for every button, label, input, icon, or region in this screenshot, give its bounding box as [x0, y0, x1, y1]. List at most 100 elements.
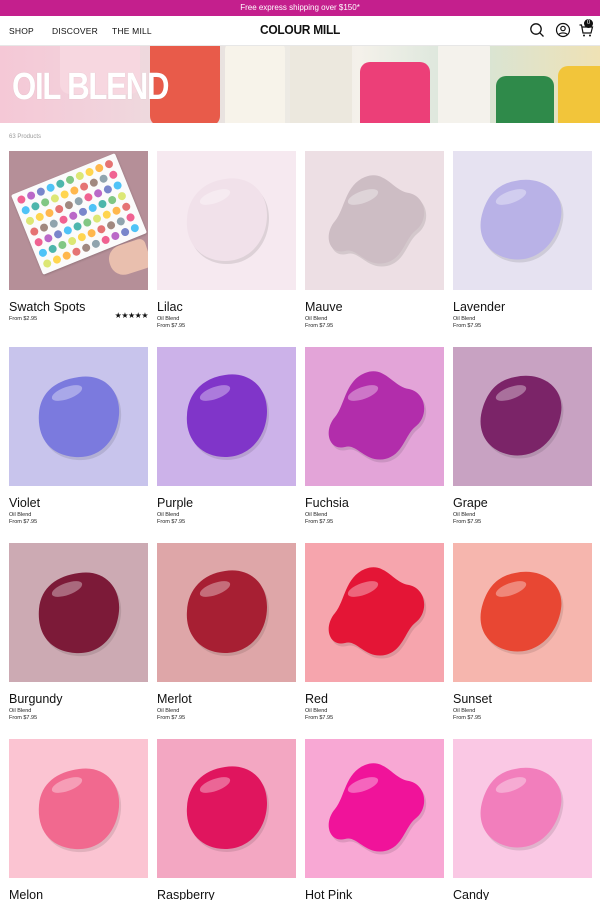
paint-blob-graphic	[38, 376, 122, 461]
cart-count-badge: 0	[584, 19, 593, 28]
product-name[interactable]: Red	[305, 692, 328, 706]
product-image[interactable]	[157, 543, 296, 682]
product-subtitle: Oil Blend	[157, 316, 180, 322]
product-price: From $7.95	[453, 519, 482, 525]
product-card[interactable]: Sunset Oil Blend From $7.95	[453, 543, 592, 730]
paint-blob-graphic	[328, 567, 427, 659]
hero-bottle	[360, 62, 430, 123]
product-image[interactable]	[453, 347, 592, 486]
product-image[interactable]	[9, 347, 148, 486]
search-icon[interactable]	[529, 22, 545, 38]
product-subtitle: Oil Blend	[157, 708, 180, 714]
paint-blob-graphic	[186, 570, 269, 656]
hero-bottle	[438, 46, 490, 123]
product-price: From $7.95	[305, 323, 334, 329]
paint-blob-graphic	[186, 766, 269, 852]
product-image[interactable]	[305, 543, 444, 682]
product-price: From $2.95	[9, 316, 38, 322]
product-name[interactable]: Burgundy	[9, 692, 63, 706]
product-image[interactable]	[453, 151, 592, 290]
brand-logo[interactable]: COLOUR MILL	[24, 22, 576, 37]
product-price: From $7.95	[157, 519, 186, 525]
paint-blob-graphic	[328, 763, 427, 855]
product-card[interactable]: Lilac Oil Blend From $7.95	[157, 151, 296, 338]
product-name[interactable]: Sunset	[453, 692, 492, 706]
product-name[interactable]: Violet	[9, 496, 40, 510]
account-icon[interactable]	[555, 22, 571, 38]
product-subtitle: Oil Blend	[9, 512, 32, 518]
product-image[interactable]	[157, 151, 296, 290]
product-price: From $7.95	[453, 323, 482, 329]
product-image[interactable]	[9, 151, 148, 290]
product-card[interactable]: Purple Oil Blend From $7.95	[157, 347, 296, 534]
product-card[interactable]: Grape Oil Blend From $7.95	[453, 347, 592, 534]
product-name[interactable]: Candy	[453, 888, 489, 900]
paint-blob-graphic	[38, 572, 122, 657]
product-subtitle: Oil Blend	[453, 512, 476, 518]
product-price: From $7.95	[305, 715, 334, 721]
paint-blob-graphic	[480, 767, 564, 851]
product-image[interactable]	[305, 347, 444, 486]
paint-blob-graphic	[480, 375, 564, 459]
product-card[interactable]: Raspberry	[157, 739, 296, 900]
paint-blob-graphic	[38, 768, 122, 853]
product-name[interactable]: Lavender	[453, 300, 505, 314]
product-card[interactable]: Candy	[453, 739, 592, 900]
product-subtitle: Oil Blend	[453, 316, 476, 322]
product-name[interactable]: Swatch Spots	[9, 300, 85, 314]
product-card[interactable]: Fuchsia Oil Blend From $7.95	[305, 347, 444, 534]
paint-blob-graphic	[480, 571, 564, 655]
product-subtitle: Oil Blend	[305, 316, 328, 322]
product-card[interactable]: Merlot Oil Blend From $7.95	[157, 543, 296, 730]
product-price: From $7.95	[157, 715, 186, 721]
product-card[interactable]: Violet Oil Blend From $7.95	[9, 347, 148, 534]
product-name[interactable]: Merlot	[157, 692, 192, 706]
hero-bottle	[558, 66, 600, 123]
hero-bottle	[496, 76, 554, 123]
product-count: 63 Products	[9, 134, 42, 140]
product-name[interactable]: Raspberry	[157, 888, 215, 900]
product-image[interactable]	[9, 739, 148, 878]
promo-bar: Free express shipping over $150*	[0, 0, 600, 16]
product-image[interactable]	[305, 739, 444, 878]
product-card[interactable]: Red Oil Blend From $7.95	[305, 543, 444, 730]
product-name[interactable]: Purple	[157, 496, 193, 510]
product-subtitle: Oil Blend	[157, 512, 180, 518]
product-image[interactable]	[9, 543, 148, 682]
product-name[interactable]: Hot Pink	[305, 888, 352, 900]
product-card[interactable]: Mauve Oil Blend From $7.95	[305, 151, 444, 338]
paint-blob-graphic	[328, 371, 427, 463]
product-subtitle: Oil Blend	[9, 708, 32, 714]
product-price: From $7.95	[9, 715, 38, 721]
hero-bottle	[225, 46, 285, 123]
product-name[interactable]: Melon	[9, 888, 43, 900]
product-name[interactable]: Mauve	[305, 300, 343, 314]
product-image[interactable]	[305, 151, 444, 290]
paint-blob-graphic	[480, 179, 564, 263]
product-image[interactable]	[453, 543, 592, 682]
product-price: From $7.95	[9, 519, 38, 525]
hero-bottle	[290, 46, 352, 123]
product-card[interactable]: Lavender Oil Blend From $7.95	[453, 151, 592, 338]
product-image[interactable]	[157, 739, 296, 878]
product-name[interactable]: Lilac	[157, 300, 183, 314]
product-price: From $7.95	[157, 323, 186, 329]
product-card[interactable]: Melon	[9, 739, 148, 900]
product-price: From $7.95	[453, 715, 482, 721]
hero-banner: OIL BLEND	[0, 46, 600, 123]
product-card[interactable]: Swatch Spots From $2.95 ★★★★★	[9, 151, 149, 338]
paint-blob-graphic	[186, 178, 269, 264]
product-image[interactable]	[453, 739, 592, 878]
product-card[interactable]: Hot Pink	[305, 739, 444, 900]
rating-stars: ★★★★★	[114, 311, 149, 320]
hero-title: OIL BLEND	[12, 66, 170, 108]
product-image[interactable]	[157, 347, 296, 486]
product-name[interactable]: Fuchsia	[305, 496, 349, 510]
top-nav: SHOP DISCOVER THE MILL COLOUR MILL 0	[0, 16, 600, 46]
product-subtitle: Oil Blend	[305, 512, 328, 518]
product-price: From $7.95	[305, 519, 334, 525]
paint-blob-graphic	[186, 374, 269, 460]
promo-text: Free express shipping over $150*	[240, 3, 360, 12]
product-card[interactable]: Burgundy Oil Blend From $7.95	[9, 543, 148, 730]
product-name[interactable]: Grape	[453, 496, 488, 510]
